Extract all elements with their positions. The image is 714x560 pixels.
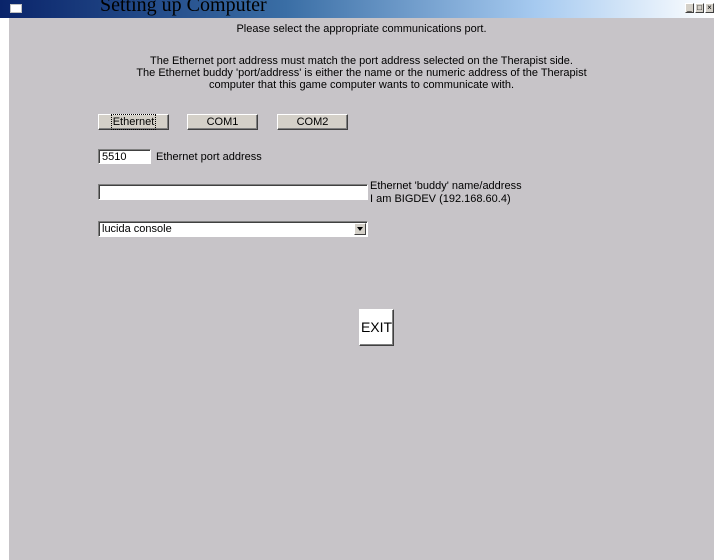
chevron-down-icon[interactable] (354, 223, 366, 235)
title-bar[interactable]: Setting up Computer _ □ × (0, 0, 714, 18)
info-line-3: computer that this game computer wants t… (208, 79, 515, 91)
window-icon[interactable] (10, 4, 22, 13)
minimize-icon[interactable]: _ (685, 3, 694, 13)
com2-button[interactable]: COM2 (277, 114, 348, 130)
left-border (0, 0, 9, 560)
com2-button-label: COM2 (296, 116, 329, 128)
port-address-input[interactable]: 5510 (98, 149, 151, 164)
ethernet-button[interactable]: Ethernet (98, 114, 169, 130)
info-line-1: The Ethernet port address must match the… (150, 55, 573, 67)
font-select[interactable]: lucida console (98, 221, 368, 237)
close-icon[interactable]: × (705, 3, 714, 13)
dialog-body: Please select the appropriate communicat… (9, 18, 714, 560)
window-controls: _ □ × (685, 3, 714, 13)
window-title: Setting up Computer (100, 0, 267, 16)
ethernet-button-label: Ethernet (110, 114, 157, 130)
instruction-text: Please select the appropriate communicat… (236, 23, 487, 35)
info-line-2: The Ethernet buddy 'port/address' is eit… (136, 67, 587, 79)
com1-button-label: COM1 (206, 116, 239, 128)
exit-button[interactable]: EXIT (359, 309, 394, 346)
port-address-label: Ethernet port address (156, 151, 262, 163)
self-address-info: I am BIGDEV (192.168.60.4) (370, 193, 511, 205)
com1-button[interactable]: COM1 (187, 114, 258, 130)
maximize-icon[interactable]: □ (695, 3, 704, 13)
buddy-address-label: Ethernet 'buddy' name/address (370, 180, 522, 192)
font-select-value: lucida console (102, 223, 172, 235)
buddy-address-input[interactable] (98, 184, 368, 200)
